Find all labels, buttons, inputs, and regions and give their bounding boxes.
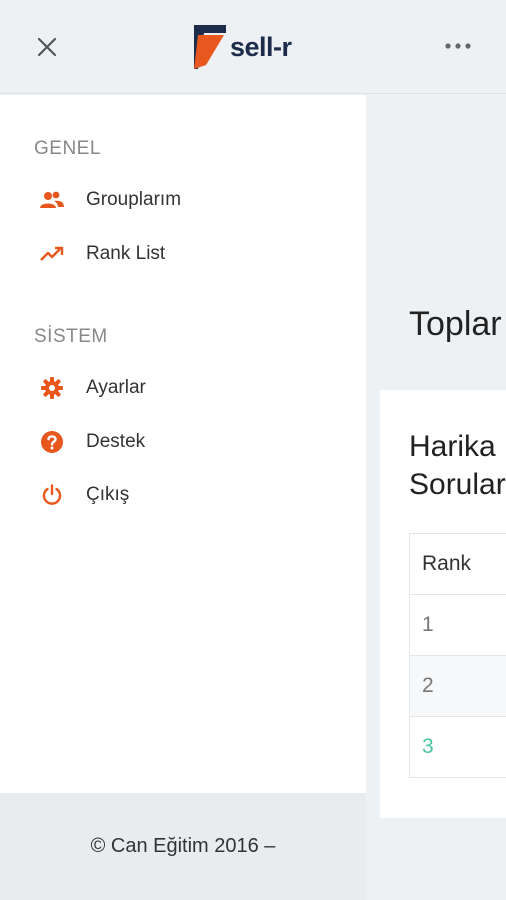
nav-item-rank-list[interactable]: Rank List (0, 232, 366, 276)
section-title-genel: GENEL (34, 138, 101, 159)
nav-item-label: Grouplarım (86, 189, 182, 210)
table-cell: 3 (409, 716, 506, 778)
help-icon (40, 430, 64, 454)
users-icon (40, 188, 64, 212)
table-cell: 2 (409, 655, 506, 717)
table-row[interactable]: 3 c (409, 716, 506, 778)
card-title-line2: Sorular (409, 468, 506, 501)
card-title-line1: Harika (409, 430, 496, 463)
nav-item-label: Rank List (86, 243, 166, 264)
content-card: Harika Sorular Rank A 1 f 2 e 3 c (380, 390, 506, 818)
copyright-text: © Can Eğitim 2016 – (90, 835, 276, 857)
logo-mark-icon (194, 25, 226, 69)
navigation-drawer: GENEL Grouplarım Rank List SİSTEM Ayarla… (0, 95, 366, 793)
nav-item-label: Ayarlar (86, 377, 146, 398)
nav-item-label: Destek (86, 431, 146, 452)
card-title: Harika Sorular (409, 428, 506, 504)
rank-table: Rank A 1 f 2 e 3 c (409, 533, 506, 778)
logo-text: sell-r (230, 31, 292, 62)
section-title-sistem: SİSTEM (34, 326, 108, 347)
table-cell: 1 (409, 594, 506, 656)
nav-item-grouplarim[interactable]: Grouplarım (0, 178, 366, 222)
top-bar: sell-r (0, 0, 506, 94)
page-title: Toplar (409, 305, 502, 343)
nav-item-label: Çıkış (86, 484, 130, 505)
table-header-rank: Rank (409, 533, 506, 595)
nav-item-destek[interactable]: Destek (0, 420, 366, 464)
table-header-row: Rank A (409, 533, 506, 595)
table-row[interactable]: 2 e (409, 655, 506, 717)
more-horizontal-icon[interactable] (444, 36, 472, 56)
logo[interactable]: sell-r (194, 25, 292, 69)
nav-item-ayarlar[interactable]: Ayarlar (0, 366, 366, 410)
nav-item-cikis[interactable]: Çıkış (0, 473, 366, 517)
power-icon (40, 483, 64, 507)
gear-icon (40, 376, 64, 400)
table-row[interactable]: 1 f (409, 594, 506, 656)
main-content: Toplar Harika Sorular Rank A 1 f 2 e 3 c (366, 95, 506, 900)
trending-up-icon (40, 242, 64, 266)
close-icon[interactable] (36, 36, 58, 58)
drawer-footer: © Can Eğitim 2016 – (0, 793, 366, 900)
